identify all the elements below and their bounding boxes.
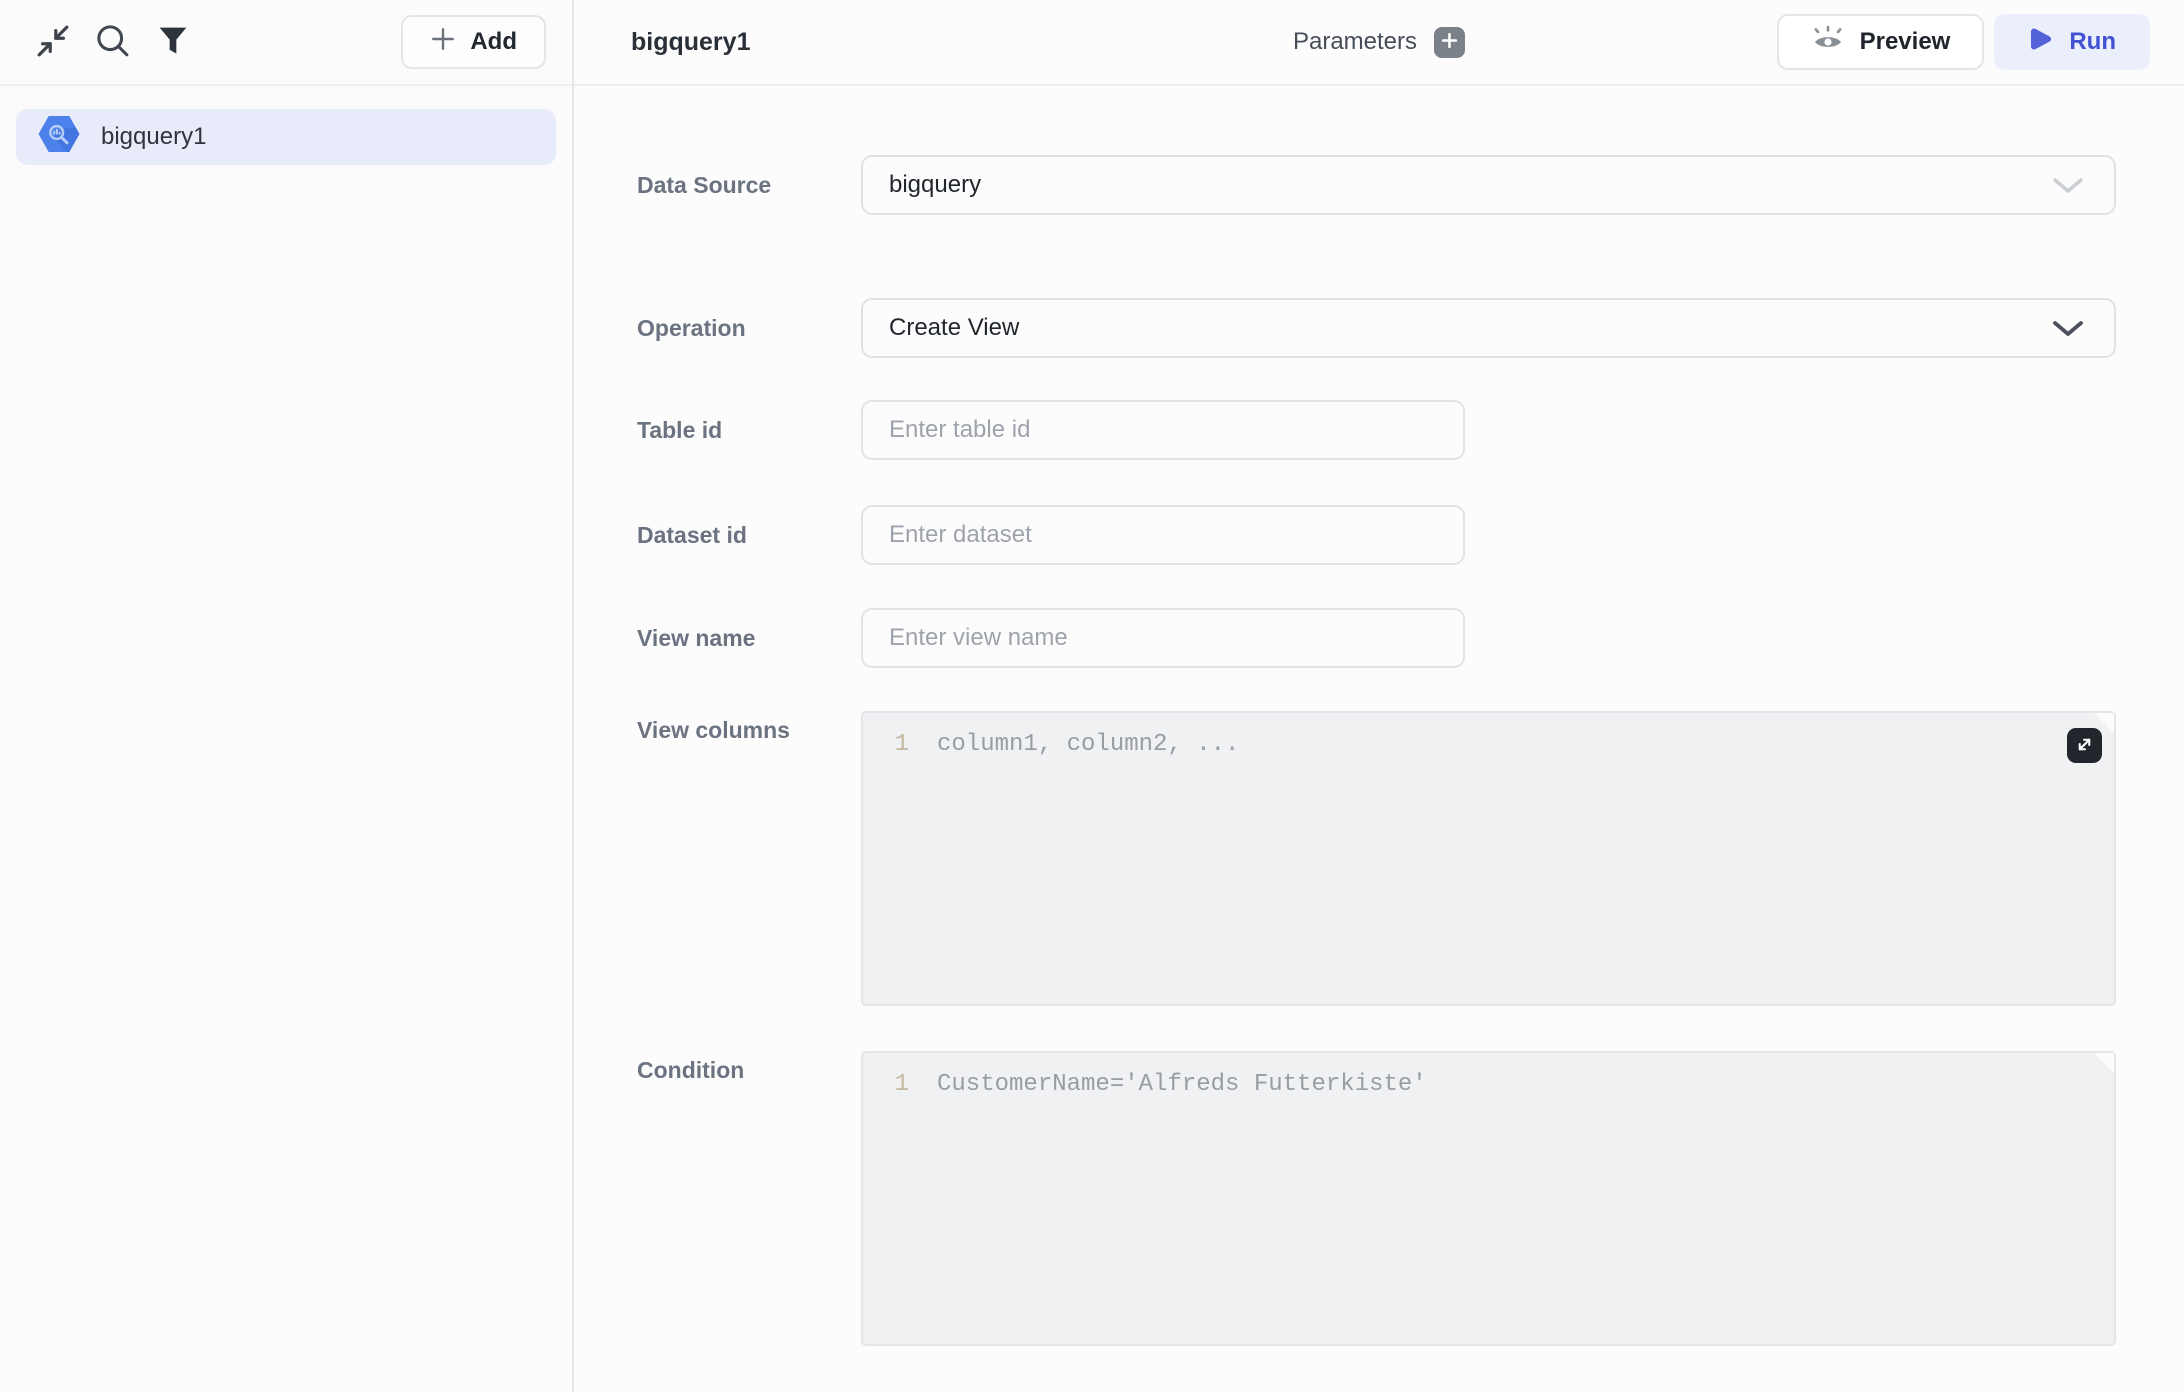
filter-button[interactable]	[150, 19, 196, 65]
expand-icon	[2075, 735, 2094, 757]
sidebar-item-bigquery1[interactable]: bigquery1	[16, 109, 556, 165]
sidebar: Add bigquery1	[0, 0, 574, 1392]
field-label: Table id	[637, 415, 861, 445]
form-row-dataset-id: Dataset id	[637, 505, 2116, 565]
parameters-label: Parameters	[1293, 28, 1417, 56]
form-row-table-id: Table id	[637, 400, 2116, 460]
collapse-icon	[35, 23, 71, 62]
sidebar-header: Add	[0, 0, 572, 86]
code-placeholder: column1, column2, ...	[937, 728, 1239, 761]
field-label: Dataset id	[637, 520, 861, 550]
field-label: Operation	[637, 313, 861, 343]
data-source-dropdown[interactable]: bigquery	[861, 155, 2116, 215]
preview-button-label: Preview	[1860, 28, 1951, 56]
operation-value: Create View	[889, 314, 1019, 342]
chevron-down-icon	[2052, 320, 2084, 337]
condition-editor[interactable]: 1 CustomerName='Alfreds Futterkiste'	[861, 1051, 2116, 1346]
form-row-data-source: Data Source bigquery	[637, 155, 2116, 215]
parameters-group: Parameters	[1293, 27, 1465, 58]
code-placeholder: CustomerName='Alfreds Futterkiste'	[937, 1068, 1427, 1101]
code-line: 1 column1, column2, ...	[863, 728, 2114, 761]
table-id-input[interactable]	[861, 400, 1465, 460]
run-button[interactable]: Run	[1994, 14, 2150, 70]
add-button-label: Add	[470, 28, 517, 56]
run-button-label: Run	[2069, 28, 2116, 56]
main-panel: bigquery1 Parameters	[574, 0, 2184, 1392]
line-number: 1	[863, 728, 909, 761]
line-number: 1	[863, 1068, 909, 1101]
data-source-value: bigquery	[889, 171, 981, 199]
play-icon	[2028, 25, 2054, 60]
view-name-input[interactable]	[861, 608, 1465, 668]
field-label: Data Source	[637, 170, 861, 200]
plus-icon	[1441, 32, 1458, 52]
collapse-sidebar-button[interactable]	[30, 19, 76, 65]
header-actions: Preview Run	[1777, 14, 2150, 70]
bigquery-icon	[38, 115, 80, 160]
search-button[interactable]	[90, 19, 136, 65]
query-form: Data Source bigquery Operation Create Vi…	[574, 86, 2184, 1392]
field-label: View columns	[637, 711, 861, 745]
eye-icon	[1811, 24, 1845, 61]
page-title: bigquery1	[631, 28, 750, 57]
search-icon	[95, 23, 131, 62]
app-root: Add bigquery1 bigquery1	[0, 0, 2184, 1392]
expand-editor-button[interactable]	[2067, 728, 2102, 763]
operation-dropdown[interactable]: Create View	[861, 298, 2116, 358]
plus-icon	[430, 26, 456, 59]
add-parameter-button[interactable]	[1434, 27, 1465, 58]
field-label: View name	[637, 623, 861, 653]
code-line: 1 CustomerName='Alfreds Futterkiste'	[863, 1068, 2114, 1101]
query-item-label: bigquery1	[101, 123, 206, 151]
form-row-view-name: View name	[637, 608, 2116, 668]
field-label: Condition	[637, 1051, 861, 1085]
query-list: bigquery1	[0, 86, 572, 188]
chevron-down-icon	[2052, 177, 2084, 194]
add-query-button[interactable]: Add	[401, 15, 546, 69]
form-row-view-columns: View columns 1 column1, column2, ...	[637, 711, 2116, 1006]
preview-button[interactable]: Preview	[1777, 14, 1985, 70]
filter-icon	[157, 25, 189, 60]
dataset-id-input[interactable]	[861, 505, 1465, 565]
view-columns-editor[interactable]: 1 column1, column2, ...	[861, 711, 2116, 1006]
main-header: bigquery1 Parameters	[574, 0, 2184, 86]
form-row-condition: Condition 1 CustomerName='Alfreds Futter…	[637, 1051, 2116, 1346]
form-row-operation: Operation Create View	[637, 298, 2116, 358]
